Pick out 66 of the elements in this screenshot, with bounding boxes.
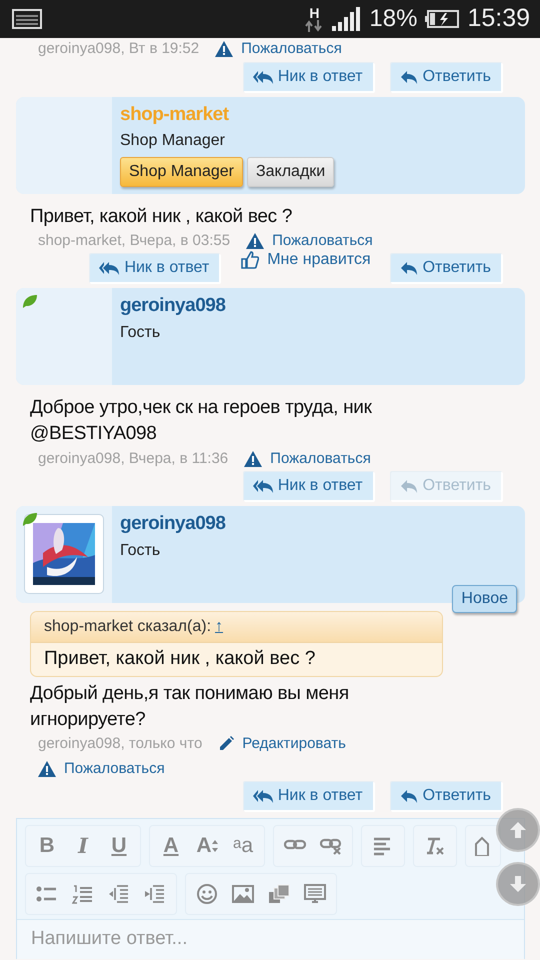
post-meta: geroinya098, Вчера, в 11:36 xyxy=(38,448,228,469)
numbered-list-icon xyxy=(72,884,94,904)
network-type: H xyxy=(309,6,320,20)
pencil-icon xyxy=(218,736,234,752)
reply-field[interactable]: Напишите ответ... xyxy=(17,919,524,959)
mention-button[interactable]: Ник в ответ xyxy=(244,472,375,502)
edit-link[interactable]: Редактировать xyxy=(242,733,346,756)
leaf-icon xyxy=(22,512,38,526)
post-meta: shop-market, Вчера, в 03:55 xyxy=(38,230,230,251)
reply-button[interactable]: Ответить xyxy=(390,782,503,812)
bullet-list-icon xyxy=(36,884,58,904)
user-title: Гость xyxy=(120,322,162,343)
user-badge: Закладки xyxy=(246,157,334,187)
mention-button[interactable]: Ник в ответ xyxy=(90,254,222,284)
username[interactable]: geroinya098 xyxy=(120,510,226,539)
image-icon xyxy=(232,884,254,904)
clock: 15:39 xyxy=(467,3,530,34)
user-title: Shop Manager xyxy=(120,131,226,151)
jump-to-quote-link[interactable]: ↑ xyxy=(215,615,224,640)
scroll-down-button[interactable] xyxy=(496,862,540,906)
report-link[interactable]: Пожаловаться xyxy=(241,38,342,60)
battery-charging-icon xyxy=(425,9,460,29)
message-text: Добрый день,я так понимаю вы меня игнорируете? xyxy=(29,682,350,732)
leaf-icon xyxy=(22,294,38,308)
quote-author: shop-market сказал(а): xyxy=(44,617,212,638)
warning-icon xyxy=(38,760,56,777)
bold-button[interactable]: B xyxy=(29,826,65,866)
image-notification-icon xyxy=(12,8,42,30)
warning-icon xyxy=(244,450,262,467)
reply-input[interactable]: Напишите ответ... xyxy=(29,924,512,955)
scroll-up-button[interactable] xyxy=(496,808,540,852)
indent-icon xyxy=(144,884,166,904)
mention-button[interactable]: Ник в ответ xyxy=(244,782,375,812)
size-arrows-icon xyxy=(212,839,218,854)
reply-button[interactable]: Ответить xyxy=(390,254,503,284)
new-badge[interactable]: Новое xyxy=(452,585,517,614)
gallery-icon xyxy=(268,884,290,904)
mention-button[interactable]: Ник в ответ xyxy=(244,62,375,92)
font-size-button[interactable]: A xyxy=(189,826,225,866)
smiley-icon xyxy=(196,884,218,904)
reply-button[interactable]: Ответить xyxy=(390,62,503,92)
user-title: Гость xyxy=(120,540,162,561)
outdent-icon xyxy=(108,884,130,904)
italic-button[interactable]: I xyxy=(65,826,101,866)
message-text: Привет, какой ник , какой вес ? xyxy=(29,204,294,228)
report-link[interactable]: Пожаловаться xyxy=(270,448,371,470)
signal-icon xyxy=(331,6,362,32)
unlink-icon xyxy=(320,836,342,856)
thumbs-up-icon xyxy=(241,251,260,270)
post-meta: geroinya098, Вт в 19:52 xyxy=(38,39,200,59)
post-meta: geroinya098, только что xyxy=(38,734,202,754)
report-link[interactable]: Пожаловаться xyxy=(64,758,165,780)
clear-format-icon xyxy=(424,836,446,856)
username[interactable]: geroinya098 xyxy=(120,292,226,321)
underline-button[interactable]: U xyxy=(101,826,137,866)
quote-text: Привет, какой ник , какой вес ? xyxy=(43,647,316,672)
user-badge: Shop Manager xyxy=(120,157,243,187)
down-arrow-icon xyxy=(508,874,528,894)
message-text: Доброе утро,чек ск на героев труда, ник @BESTIYA098 xyxy=(29,396,373,446)
template-icon xyxy=(304,884,326,904)
data-arrows-icon xyxy=(305,20,324,32)
warning-icon xyxy=(246,232,264,249)
warning-icon xyxy=(215,41,234,58)
font-color-button[interactable]: A xyxy=(153,826,189,866)
up-arrow-icon xyxy=(508,820,528,840)
battery-percent: 18% xyxy=(369,4,418,34)
